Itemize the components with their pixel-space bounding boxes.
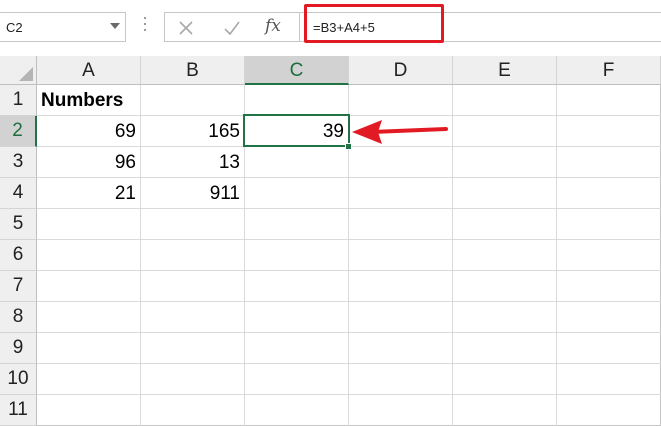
row-header-1[interactable]: 1: [0, 85, 37, 116]
gridline: [37, 332, 661, 333]
cell-b3[interactable]: 13: [141, 147, 244, 178]
row-header-10[interactable]: 10: [0, 364, 37, 395]
row-header-6[interactable]: 6: [0, 240, 37, 271]
row-header-5[interactable]: 5: [0, 209, 37, 240]
cell-b4[interactable]: 911: [141, 178, 244, 209]
gridline: [37, 394, 661, 395]
arrow-icon: [352, 120, 448, 144]
cell-a2[interactable]: 69: [37, 116, 140, 147]
formula-buttons: fx: [164, 12, 300, 42]
gridline: [37, 363, 661, 364]
chevron-down-icon[interactable]: [110, 23, 120, 29]
name-box-value: C2: [6, 20, 23, 35]
row-header-2[interactable]: 2: [0, 116, 37, 147]
gridline: [452, 85, 453, 426]
cell-a3[interactable]: 96: [37, 147, 140, 178]
column-header-c[interactable]: C: [245, 56, 349, 85]
insert-function-button[interactable]: fx: [265, 16, 285, 36]
check-icon[interactable]: [222, 18, 242, 38]
drag-handle-icon[interactable]: [144, 17, 148, 37]
column-header-d[interactable]: D: [349, 56, 453, 85]
row-header-3[interactable]: 3: [0, 147, 37, 178]
gridline: [37, 301, 661, 302]
column-header-b[interactable]: B: [141, 56, 245, 85]
close-icon[interactable]: [176, 18, 196, 38]
column-header-a[interactable]: A: [37, 56, 141, 85]
gridline: [37, 239, 661, 240]
row-header-9[interactable]: 9: [0, 333, 37, 364]
row-header-8[interactable]: 8: [0, 302, 37, 333]
worksheet-grid[interactable]: A B C D E F 1 2 3 4 5 6 7 8 9 10 11 Numb…: [0, 56, 661, 426]
formula-highlight-box: [304, 4, 444, 43]
row-header-11[interactable]: 11: [0, 395, 37, 426]
row-header-7[interactable]: 7: [0, 271, 37, 302]
column-header-f[interactable]: F: [557, 56, 661, 85]
cell-a1[interactable]: Numbers: [37, 85, 177, 116]
gridline: [37, 270, 661, 271]
cell-a4[interactable]: 21: [37, 178, 140, 209]
formula-bar-area: C2 fx =B3+A4+5: [0, 0, 661, 56]
gridline: [556, 85, 557, 426]
select-all-button[interactable]: [0, 56, 37, 85]
cell-b2[interactable]: 165: [141, 116, 244, 147]
column-header-e[interactable]: E: [453, 56, 557, 85]
active-cell-border: [243, 114, 350, 147]
name-box[interactable]: C2: [0, 12, 126, 42]
row-header-4[interactable]: 4: [0, 178, 37, 209]
select-all-icon: [19, 67, 33, 81]
